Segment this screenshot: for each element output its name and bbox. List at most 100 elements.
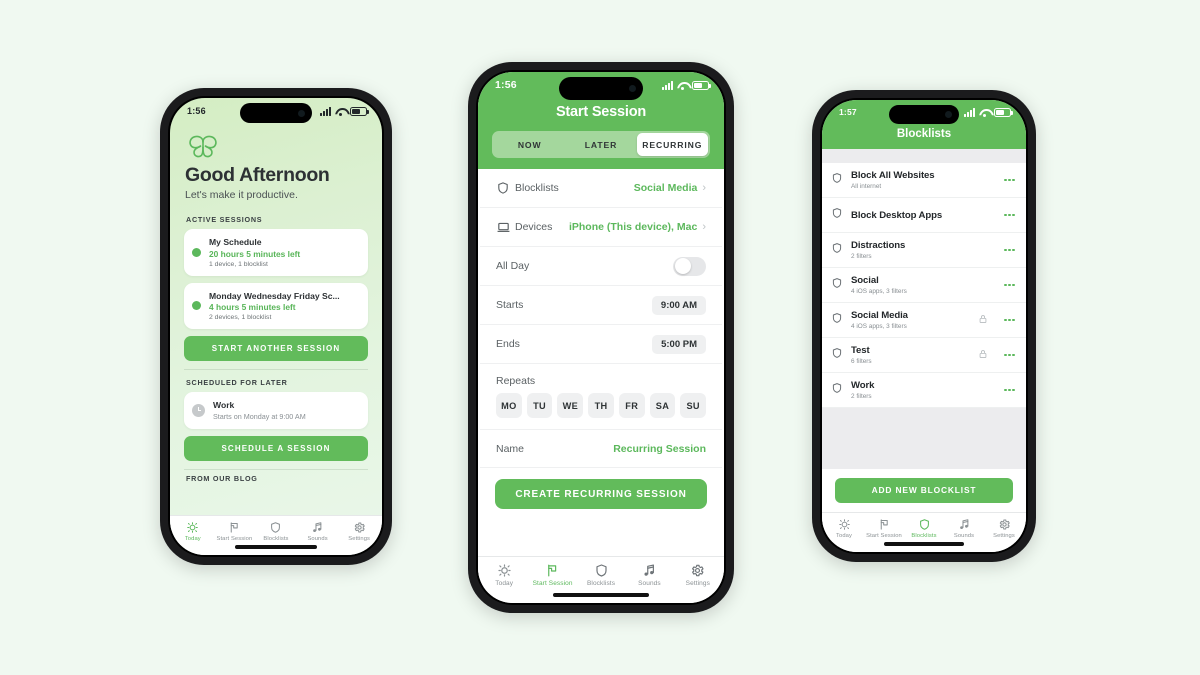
tab-settings[interactable]: Settings bbox=[674, 563, 722, 587]
more-options-icon[interactable] bbox=[1004, 318, 1015, 322]
more-options-icon[interactable] bbox=[1004, 353, 1015, 357]
tab-sounds[interactable]: Sounds bbox=[297, 521, 339, 542]
tab-start-session[interactable]: Start Session bbox=[864, 518, 904, 539]
more-options-icon[interactable] bbox=[1004, 388, 1015, 392]
gear-icon bbox=[692, 564, 704, 576]
shield-icon bbox=[831, 276, 843, 294]
session-name-value[interactable]: Recurring Session bbox=[613, 443, 706, 455]
scheduled-for-later-label: SCHEDULED FOR LATER bbox=[186, 378, 288, 387]
gear-icon bbox=[354, 521, 365, 533]
row-devices[interactable]: Devices iPhone (This device), Mac › bbox=[480, 208, 722, 247]
segment-now[interactable]: NOW bbox=[494, 133, 565, 156]
start-another-session-button[interactable]: START ANOTHER SESSION bbox=[184, 336, 368, 361]
row-value: iPhone (This device), Mac bbox=[568, 221, 698, 233]
lock-icon bbox=[978, 346, 988, 364]
today-content: Good Afternoon Let's make it productive.… bbox=[170, 124, 382, 515]
segment-later[interactable]: LATER bbox=[565, 133, 636, 156]
scheduled-session-text: Work Starts on Monday at 9:00 AM bbox=[213, 400, 358, 421]
more-options-icon[interactable] bbox=[1004, 213, 1015, 217]
tab-label: Today bbox=[184, 536, 201, 542]
greeting-title: Good Afternoon bbox=[185, 164, 330, 186]
sun-icon bbox=[498, 563, 511, 577]
blocklist-row[interactable]: Block Desktop Apps bbox=[822, 198, 1026, 233]
tab-start-session[interactable]: Start Session bbox=[214, 521, 256, 542]
day-we[interactable]: WE bbox=[557, 393, 584, 418]
active-session-card[interactable]: Monday Wednesday Friday Sc... 4 hours 5 … bbox=[184, 282, 368, 329]
row-starts[interactable]: Starts 9:00 AM bbox=[480, 286, 722, 325]
battery-icon bbox=[994, 107, 1013, 117]
phone2-bezel: 1:56 Start Session NOW LATER RECURRING B… bbox=[476, 70, 726, 605]
active-session-card[interactable]: My Schedule 20 hours 5 minutes left 1 de… bbox=[184, 229, 368, 276]
home-indicator bbox=[553, 593, 649, 597]
tab-label: Today bbox=[495, 580, 514, 587]
row-blocklists[interactable]: Blocklists Social Media › bbox=[480, 169, 722, 208]
all-day-toggle[interactable] bbox=[673, 256, 706, 276]
tab-blocklists[interactable]: Blocklists bbox=[255, 521, 297, 542]
active-session-text: My Schedule 20 hours 5 minutes left 1 de… bbox=[209, 237, 358, 268]
status-time: 1:57 bbox=[839, 107, 857, 117]
scheduled-meta: Starts on Monday at 9:00 AM bbox=[213, 411, 306, 421]
tab-settings[interactable]: Settings bbox=[984, 518, 1024, 539]
tab-label: Today bbox=[836, 533, 852, 539]
tab-today[interactable]: Today bbox=[824, 518, 864, 539]
phone-today: 1:56 Good Afternoon Let's make it produc… bbox=[160, 88, 392, 565]
shield-icon bbox=[595, 563, 607, 577]
blocklist-text: Block Desktop Apps bbox=[851, 210, 996, 221]
more-options-icon[interactable] bbox=[1004, 248, 1015, 252]
blocklist-row[interactable]: Distractions 2 filters bbox=[822, 233, 1026, 268]
repeats-label: Repeats bbox=[496, 375, 536, 387]
divider bbox=[184, 468, 368, 470]
session-meta: 2 devices, 1 blocklist bbox=[209, 314, 272, 321]
blocklist-row[interactable]: Test 6 filters bbox=[822, 338, 1026, 373]
row-label: Blocklists bbox=[515, 182, 559, 194]
more-options-icon[interactable] bbox=[1004, 283, 1015, 287]
status-icons bbox=[662, 80, 711, 90]
blocklist-text: Distractions 2 filters bbox=[851, 240, 996, 260]
tab-label: Settings bbox=[993, 533, 1015, 539]
segment-recurring[interactable]: RECURRING bbox=[636, 133, 708, 156]
create-recurring-session-button[interactable]: CREATE RECURRING SESSION bbox=[495, 479, 707, 509]
tab-sounds[interactable]: Sounds bbox=[625, 563, 673, 587]
shield-icon bbox=[496, 181, 515, 195]
battery-icon bbox=[692, 80, 711, 90]
home-indicator bbox=[884, 542, 964, 546]
ends-time-value[interactable]: 5:00 PM bbox=[652, 334, 706, 354]
blocklists-list: Block All Websites All internet Block De… bbox=[822, 163, 1026, 408]
day-fr[interactable]: FR bbox=[618, 393, 645, 418]
blocklist-name: Distractions bbox=[851, 240, 906, 252]
blocklist-text: Work 2 filters bbox=[851, 380, 996, 400]
day-th[interactable]: TH bbox=[588, 393, 614, 418]
chevron-right-icon: › bbox=[702, 181, 706, 194]
blocklist-row[interactable]: Block All Websites All internet bbox=[822, 163, 1026, 198]
tab-today[interactable]: Today bbox=[480, 563, 528, 587]
active-status-dot-icon bbox=[192, 247, 201, 257]
page-title: Blocklists bbox=[896, 128, 952, 140]
day-mo[interactable]: MO bbox=[496, 393, 522, 418]
tab-sounds[interactable]: Sounds bbox=[944, 518, 984, 539]
schedule-a-session-button[interactable]: SCHEDULE A SESSION bbox=[184, 435, 368, 461]
blocklist-name: Test bbox=[851, 345, 870, 357]
tab-blocklists[interactable]: Blocklists bbox=[904, 518, 944, 539]
starts-time-value[interactable]: 9:00 AM bbox=[651, 295, 706, 315]
front-camera-icon bbox=[629, 85, 636, 92]
add-new-blocklist-button[interactable]: ADD NEW BLOCKLIST bbox=[835, 477, 1013, 503]
blocklist-row[interactable]: Social 4 iOS apps, 3 filters bbox=[822, 268, 1026, 303]
row-ends[interactable]: Ends 5:00 PM bbox=[480, 325, 722, 364]
day-tu[interactable]: TU bbox=[526, 393, 553, 418]
phone3-bezel: 1:57 Blocklists Block All Websites All i… bbox=[820, 98, 1028, 554]
tab-start-session[interactable]: Start Session bbox=[528, 563, 576, 587]
row-all-day[interactable]: All Day bbox=[480, 247, 722, 286]
blocklist-row[interactable]: Social Media 4 iOS apps, 3 filters bbox=[822, 303, 1026, 338]
more-options-icon[interactable] bbox=[1004, 178, 1015, 182]
shield-icon bbox=[831, 241, 843, 259]
day-sa[interactable]: SA bbox=[649, 393, 676, 418]
active-session-text: Monday Wednesday Friday Sc... 4 hours 5 … bbox=[209, 291, 358, 322]
tab-settings[interactable]: Settings bbox=[338, 521, 380, 542]
day-su[interactable]: SU bbox=[680, 393, 707, 418]
tab-label: Settings bbox=[348, 536, 371, 542]
scheduled-session-card[interactable]: Work Starts on Monday at 9:00 AM bbox=[184, 392, 368, 429]
tab-blocklists[interactable]: Blocklists bbox=[577, 563, 625, 587]
row-name[interactable]: Name Recurring Session bbox=[480, 429, 722, 468]
tab-today[interactable]: Today bbox=[172, 521, 214, 542]
blocklist-row[interactable]: Work 2 filters bbox=[822, 373, 1026, 408]
